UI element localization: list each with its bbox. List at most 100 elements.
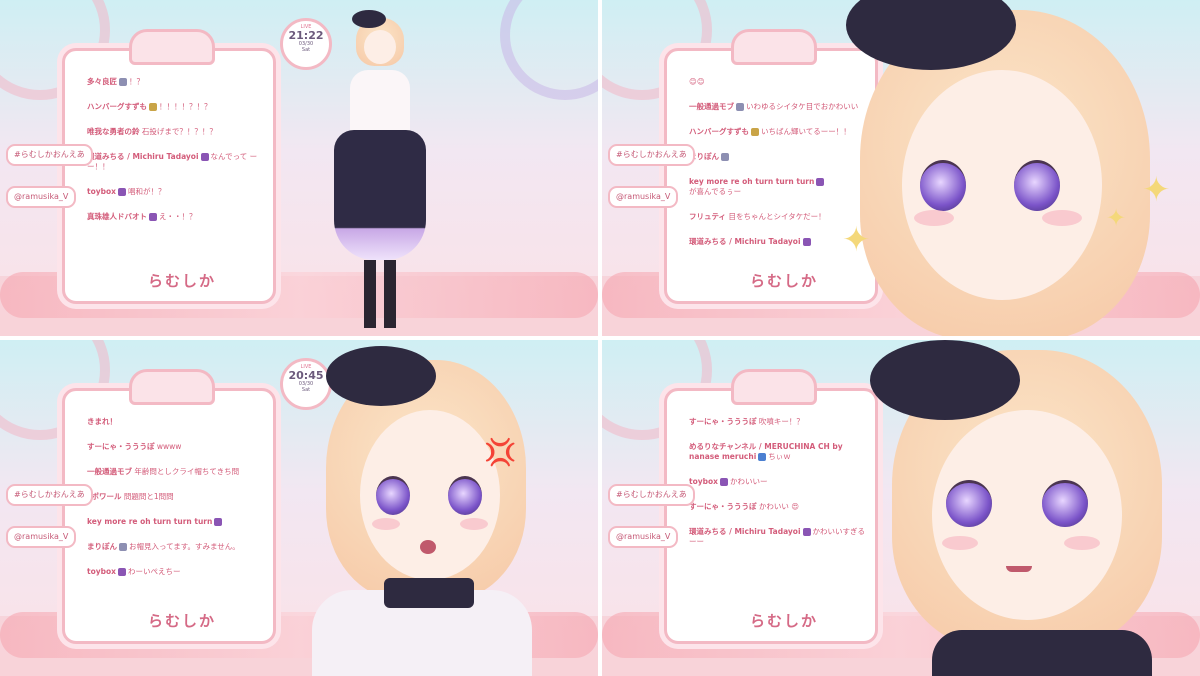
chat-list: 多々良匠 ！？ ハンバーグすずも ！！！！？！？ 唯我な勇者の鈴 石投げまで？！？！… <box>87 77 265 237</box>
chat-author: 環道みちる / Michiru Tadayoi <box>689 527 801 536</box>
frame-crest <box>731 29 817 65</box>
member-badge-icon <box>736 103 744 111</box>
stream-panel-2: 😊😊 一般通過モブ いわゆるシイタケ目でおかわいい ハンバーグすずも いちばん輝いて… <box>602 0 1200 336</box>
character-mouth <box>1006 566 1032 572</box>
character-face <box>364 30 396 64</box>
clock-day: Sat <box>301 387 311 393</box>
chat-message: きまれ！ <box>87 417 265 427</box>
clock-time: 21:22 <box>288 29 324 42</box>
member-badge-icon <box>721 153 729 161</box>
stream-panel-3: きまれ！ すーにゃ・うううぽ wwww 一般通過モブ 年齢問としクライ帽ちてきち… <box>0 340 598 676</box>
chat-text: ちぃｗ <box>768 452 791 461</box>
chat-message: 環道みちる / Michiru Tadayoi <box>689 237 867 247</box>
chat-list: すーにゃ・うううぽ 吹噴キー！？ めるりなチャンネル / MERUCHINA C… <box>689 417 867 562</box>
hashtag-label: #らむしかおんえあ <box>6 144 93 166</box>
sparkle-icon: ✦ <box>1142 170 1171 210</box>
character-blush <box>1064 536 1100 550</box>
chat-frame: きまれ！ すーにゃ・うううぽ wwww 一般通過モブ 年齢問としクライ帽ちてきち… <box>62 369 276 644</box>
chat-frame: 😊😊 一般通過モブ いわゆるシイタケ目でおかわいい ハンバーグすずも いちばん輝いて… <box>664 29 878 304</box>
chat-text: え・・！？ <box>159 212 197 221</box>
chat-author: 真珠雄人ドバオト <box>87 212 147 221</box>
character-hat <box>326 346 436 406</box>
chat-message: toybox かわいいー <box>689 477 867 487</box>
character-blush <box>1042 210 1082 226</box>
chat-message: すーにゃ・うううぽ 吹噴キー！？ <box>689 417 867 427</box>
character-blush <box>372 518 400 530</box>
chat-author: toybox <box>87 187 116 196</box>
chat-author: toybox <box>87 567 116 576</box>
stream-panel-1: 多々良匠 ！？ ハンバーグすずも ！！！！？！？ 唯我な勇者の鈴 石投げまで？！？！… <box>0 0 598 336</box>
chat-message: key more re oh turn turn turn <box>87 517 265 527</box>
handle-label: @ramusika_V <box>608 526 679 548</box>
member-badge-icon <box>118 568 126 576</box>
chat-author: まりぽん <box>87 542 117 551</box>
chat-text: いちばん輝いてるーー！！ <box>761 127 851 136</box>
member-badge-icon <box>802 238 811 246</box>
character-collar <box>932 630 1152 676</box>
chat-text: わーいぺえちー <box>128 567 181 576</box>
chat-message: 一般通過モブ いわゆるシイタケ目でおかわいい <box>689 102 867 112</box>
character-hat <box>352 10 386 28</box>
character-hat <box>870 340 1020 420</box>
character-blush <box>460 518 488 530</box>
member-badge-icon <box>751 128 759 136</box>
chat-message: 😊😊 <box>689 77 867 87</box>
channel-logo: らむしか <box>148 272 217 290</box>
character-mouth <box>420 540 436 554</box>
channel-logo: らむしか <box>750 272 819 290</box>
chat-message: 環道みちる / Michiru Tadayoi なんでって ーー！！ <box>87 152 265 172</box>
chat-author: key more re oh turn turn turn <box>689 177 815 186</box>
character-collar-trim <box>384 578 474 608</box>
character-skirt <box>334 130 426 260</box>
member-badge-icon <box>214 518 223 526</box>
chat-message: まりぽん お帽見入ってます。すみません。 <box>87 542 265 552</box>
chat-text: 吹噴キー！？ <box>758 417 804 426</box>
hashtag-label: #らむしかおんえあ <box>608 144 695 166</box>
chat-text: お帽見入ってます。すみません。 <box>129 542 240 551</box>
frame-crest <box>731 369 817 405</box>
member-badge-icon <box>149 103 157 111</box>
chat-author: 環道みちる / Michiru Tadayoi <box>689 237 801 246</box>
chat-author: 環道みちる / Michiru Tadayoi <box>87 152 199 161</box>
character-leg <box>364 260 376 328</box>
chat-message: 環道みちる / Michiru Tadayoi かわいいすぎる ーー <box>689 527 867 547</box>
chat-text: が喜んでるぅー <box>689 187 742 196</box>
chat-text: 石投げまで？！？！？ <box>141 127 217 136</box>
chat-author: フリュティ <box>689 212 727 221</box>
member-badge-icon <box>200 153 209 161</box>
live-clock: LIVE 20:45 03/30 Sat <box>280 358 332 410</box>
member-badge-icon <box>119 78 127 86</box>
chat-message: toybox わーいぺえちー <box>87 567 265 577</box>
member-badge-icon <box>119 543 127 551</box>
sparkle-icon: ✦ <box>1106 204 1127 232</box>
chat-frame: 多々良匠 ！？ ハンバーグすずも ！！！！？！？ 唯我な勇者の鈴 石投げまで？！？！… <box>62 29 276 304</box>
handle-label: @ramusika_V <box>6 186 77 208</box>
chat-text: wwww <box>156 442 182 451</box>
chat-text: 😊😊 <box>689 77 705 86</box>
clock-day: Sat <box>301 47 311 53</box>
handle-label: @ramusika_V <box>6 526 77 548</box>
sparkle-icon: ✦ <box>842 220 871 260</box>
character-eye <box>448 476 482 515</box>
chat-message: すーにゃ・うううぽ wwww <box>87 442 265 452</box>
chat-message: 多々良匠 ！？ <box>87 77 265 87</box>
chat-author: 唯我な勇者の鈴 <box>87 127 140 136</box>
chat-message: toybox 唱和が！？ <box>87 187 265 197</box>
hashtag-label: #らむしかおんえあ <box>6 484 93 506</box>
chat-author: 一般通過モブ <box>689 102 734 111</box>
chat-text: 年齢問としクライ帽ちてきち問 <box>134 467 240 476</box>
chat-message: まりぽん <box>689 152 867 162</box>
member-badge-icon <box>149 213 157 221</box>
character-eye <box>1014 160 1060 211</box>
chat-author: すーにゃ・うううぽ <box>689 502 757 511</box>
chat-text: ！？ <box>129 77 144 86</box>
chat-author: 多々良匠 <box>87 77 117 86</box>
chat-message: 真珠雄人ドバオト え・・！？ <box>87 212 265 222</box>
clock-time: 20:45 <box>288 369 324 382</box>
member-badge-icon <box>816 178 825 186</box>
chat-list: 😊😊 一般通過モブ いわゆるシイタケ目でおかわいい ハンバーグすずも いちばん輝いて… <box>689 77 867 262</box>
chat-author: すーにゃ・うううぽ <box>87 442 155 451</box>
chat-message: sポワール 問題問と1問問 <box>87 492 265 502</box>
chat-message: ハンバーグすずも いちばん輝いてるーー！！ <box>689 127 867 137</box>
stream-panel-4: すーにゃ・うううぽ 吹噴キー！？ めるりなチャンネル / MERUCHINA C… <box>602 340 1200 676</box>
